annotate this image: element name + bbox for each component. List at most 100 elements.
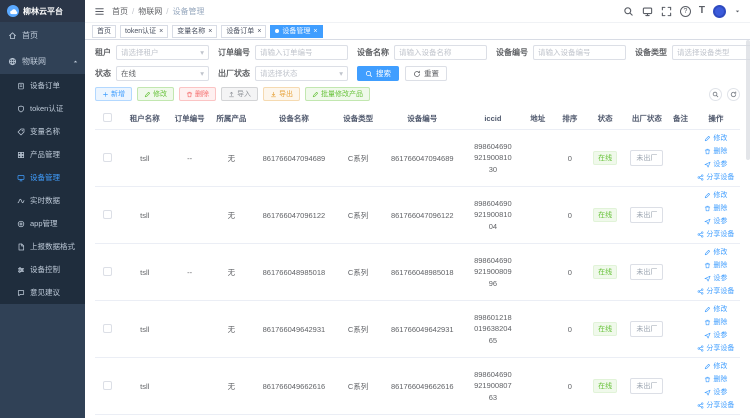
breadcrumb-item[interactable]: 首页	[112, 6, 128, 17]
close-icon[interactable]: ×	[257, 28, 261, 35]
row-actions: 修改删除设参分享设备	[693, 132, 739, 184]
sidebar-item-report-format[interactable]: 上报数据格式	[0, 235, 85, 258]
factory-status-select[interactable]: 请选择状态▾	[255, 66, 348, 81]
row-checkbox[interactable]	[103, 210, 112, 219]
row-action-delete[interactable]: 删除	[704, 145, 727, 158]
sort-cell: 0	[554, 130, 586, 187]
tab-device-order[interactable]: 设备订单×	[221, 25, 266, 38]
add-button[interactable]: 新增	[95, 87, 132, 101]
refresh-button[interactable]	[727, 88, 740, 101]
edit-button[interactable]: 修改	[137, 87, 174, 101]
device-type-select[interactable]: 请选择设备类型▾	[672, 45, 750, 60]
sidebar-item-label: 产品管理	[30, 149, 60, 160]
row-checkbox[interactable]	[103, 153, 112, 162]
device-no-input[interactable]	[533, 45, 626, 60]
order-no-input[interactable]	[255, 45, 348, 60]
row-action-delete[interactable]: 删除	[704, 259, 727, 272]
send-icon	[704, 275, 711, 282]
table-row: tsll--无861766048985018C系列861766048985018…	[95, 244, 740, 301]
row-action-edit[interactable]: 修改	[704, 132, 727, 145]
actions-cell: 修改删除设参分享设备	[692, 187, 740, 244]
sidebar-item-app-mgmt[interactable]: app管理	[0, 212, 85, 235]
share-icon	[697, 288, 704, 295]
row-checkbox[interactable]	[103, 381, 112, 390]
row-action-edit[interactable]: 修改	[704, 303, 727, 316]
row-action-set-params[interactable]: 设参	[704, 215, 727, 228]
row-action-set-params[interactable]: 设参	[704, 329, 727, 342]
search-icon	[712, 91, 719, 98]
sidebar-item-iot[interactable]: 物联网	[0, 48, 85, 74]
row-checkbox[interactable]	[103, 324, 112, 333]
tenant-select[interactable]: 请选择租户▾	[116, 45, 209, 60]
device-name-input[interactable]	[394, 45, 487, 60]
field-label: 设备编号	[496, 47, 528, 58]
caret-down-icon: ▾	[339, 69, 343, 78]
device_no-cell: 861766047096122	[381, 187, 464, 244]
toggle-search-button[interactable]	[709, 88, 722, 101]
row-action-edit[interactable]: 修改	[704, 246, 727, 259]
sidebar-item-feedback[interactable]: 意见建议	[0, 281, 85, 304]
row-action-share-device[interactable]: 分享设备	[697, 399, 734, 412]
tab-home[interactable]: 首页	[92, 25, 116, 38]
scrollbar[interactable]	[746, 40, 750, 160]
logo: 柳林云平台	[0, 0, 85, 22]
close-icon[interactable]: ×	[313, 28, 317, 35]
share-icon	[697, 345, 704, 352]
import-button[interactable]: 导入	[221, 87, 258, 101]
row-action-set-params[interactable]: 设参	[704, 386, 727, 399]
share-icon	[697, 402, 704, 409]
row-action-set-params[interactable]: 设参	[704, 158, 727, 171]
order_no-cell: --	[169, 130, 211, 187]
delete-button[interactable]: 删除	[179, 87, 216, 101]
question-icon[interactable]: ?	[680, 6, 691, 17]
breadcrumb-item[interactable]: 物联网	[138, 6, 162, 17]
reset-button[interactable]: 重置	[405, 66, 447, 81]
sidebar-item-device-control[interactable]: 设备控制	[0, 258, 85, 281]
remark-cell	[669, 130, 691, 187]
close-icon[interactable]: ×	[159, 28, 163, 35]
search-icon[interactable]	[623, 6, 634, 17]
sidebar-item-home[interactable]: 首页	[0, 22, 85, 48]
fullscreen-icon[interactable]	[661, 6, 672, 17]
row-action-share-device[interactable]: 分享设备	[697, 285, 734, 298]
row-action-delete[interactable]: 删除	[704, 316, 727, 329]
variable-icon	[17, 128, 25, 136]
row-action-edit[interactable]: 修改	[704, 189, 727, 202]
sidebar-item-token-auth[interactable]: token认证	[0, 97, 85, 120]
caret-down-icon: ▾	[200, 69, 204, 78]
monitor-icon[interactable]	[642, 6, 653, 17]
device_no-cell: 861766047094689	[381, 130, 464, 187]
tab-variable-name[interactable]: 变量名称×	[172, 25, 217, 38]
select-all-checkbox[interactable]	[103, 113, 112, 122]
row-action-share-device[interactable]: 分享设备	[697, 228, 734, 241]
row-action-set-params[interactable]: 设参	[704, 272, 727, 285]
close-icon[interactable]: ×	[208, 28, 212, 35]
search-button[interactable]: 搜索	[357, 66, 399, 81]
tab-token-auth[interactable]: token认证×	[120, 25, 168, 38]
batch-edit-product-button[interactable]: 批量修改产品	[305, 87, 370, 101]
sidebar-item-device-mgmt[interactable]: 设备管理	[0, 166, 85, 189]
tab-device-mgmt[interactable]: 设备管理×	[270, 25, 322, 38]
sidebar: 柳林云平台 首页物联网设备订单token认证变量名称产品管理设备管理实时数据ap…	[0, 0, 85, 418]
factory-status-badge: 未出厂	[630, 378, 663, 394]
row-action-delete[interactable]: 删除	[704, 373, 727, 386]
avatar[interactable]	[713, 5, 726, 18]
sidebar-item-device-order[interactable]: 设备订单	[0, 74, 85, 97]
sidebar-item-realtime-data[interactable]: 实时数据	[0, 189, 85, 212]
row-action-edit[interactable]: 修改	[704, 360, 727, 373]
row-action-share-device[interactable]: 分享设备	[697, 171, 734, 184]
row-checkbox[interactable]	[103, 267, 112, 276]
status-select[interactable]: 在线▾	[116, 66, 209, 81]
hamburger-icon[interactable]	[94, 6, 105, 17]
breadcrumb: 首页/物联网/设备管理	[112, 6, 204, 17]
row-action-share-device[interactable]: 分享设备	[697, 342, 734, 355]
font-size-icon[interactable]: T	[699, 6, 705, 16]
export-button[interactable]: 导出	[263, 87, 300, 101]
sidebar-item-variable-name[interactable]: 变量名称	[0, 120, 85, 143]
sidebar-item-product-mgmt[interactable]: 产品管理	[0, 143, 85, 166]
row-action-delete[interactable]: 删除	[704, 202, 727, 215]
address-cell	[522, 187, 554, 244]
delete-icon	[186, 91, 193, 98]
tenant-cell: tsll	[121, 244, 169, 301]
caret-down-icon[interactable]	[734, 8, 741, 15]
